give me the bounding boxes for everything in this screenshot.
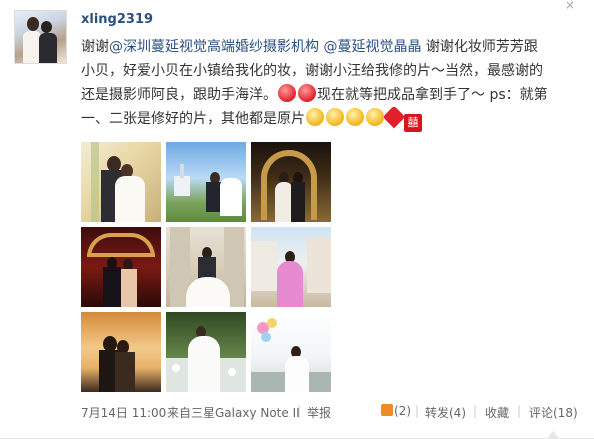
avatar-figure xyxy=(41,21,52,33)
comment-caret-icon xyxy=(547,431,559,438)
post-text-part: 谢谢 xyxy=(81,39,109,55)
post-text: 谢谢@深圳蔓延视觉高端婚纱摄影机构 @蔓延视觉晶晶 谢谢化妆师芳芳跟小贝，好爱小… xyxy=(81,35,551,132)
love-eyes-emoticon xyxy=(298,84,316,102)
favorite-button[interactable]: 收藏 xyxy=(485,404,509,421)
avatar[interactable] xyxy=(14,10,67,64)
photo-thumbnail[interactable] xyxy=(251,312,331,392)
photo-thumbnail[interactable] xyxy=(81,142,161,222)
heart-emoticon xyxy=(382,105,406,129)
separator: | xyxy=(517,404,522,418)
smile-emoticon xyxy=(326,108,344,126)
separator: | xyxy=(473,404,478,418)
repost-button[interactable]: 转发(4) xyxy=(425,404,466,421)
photo-thumbnail[interactable] xyxy=(251,142,331,222)
like-count: (2) xyxy=(394,404,411,418)
photo-thumbnail[interactable] xyxy=(81,312,161,392)
laugh-emoticon xyxy=(306,108,324,126)
post-source[interactable]: 来自三星Galaxy Note II xyxy=(167,404,300,421)
like-button[interactable]: (2) xyxy=(381,404,411,418)
cry-emoticon xyxy=(366,108,384,126)
weibo-post-card: xling2319 × 谢谢@深圳蔓延视觉高端婚纱摄影机构 @蔓延视觉晶晶 谢谢… xyxy=(0,0,594,439)
thumbs-up-icon xyxy=(381,404,393,416)
separator: | xyxy=(297,404,302,418)
mention-link[interactable]: @蔓延视觉晶晶 xyxy=(323,39,421,55)
photo-thumbnail[interactable] xyxy=(166,312,246,392)
username-link[interactable]: xling2319 xyxy=(81,12,153,27)
photo-thumbnail[interactable] xyxy=(81,227,161,307)
double-happiness-emoticon: 囍 xyxy=(404,114,422,132)
love-eyes-emoticon xyxy=(278,84,296,102)
mention-link[interactable]: @深圳蔓延视觉高端婚纱摄影机构 xyxy=(109,39,319,55)
post-time-link[interactable]: 7月14日 11:00 xyxy=(81,404,166,421)
avatar-figure xyxy=(39,33,57,63)
avatar-figure xyxy=(27,17,39,31)
cry-emoticon xyxy=(346,108,364,126)
comment-button[interactable]: 评论(18) xyxy=(529,404,578,421)
photo-thumbnail[interactable] xyxy=(251,227,331,307)
report-link[interactable]: 举报 xyxy=(307,404,331,421)
close-icon[interactable]: × xyxy=(563,0,577,12)
separator: | xyxy=(415,404,420,418)
photo-thumbnail[interactable] xyxy=(166,142,246,222)
photo-thumbnail[interactable] xyxy=(166,227,246,307)
